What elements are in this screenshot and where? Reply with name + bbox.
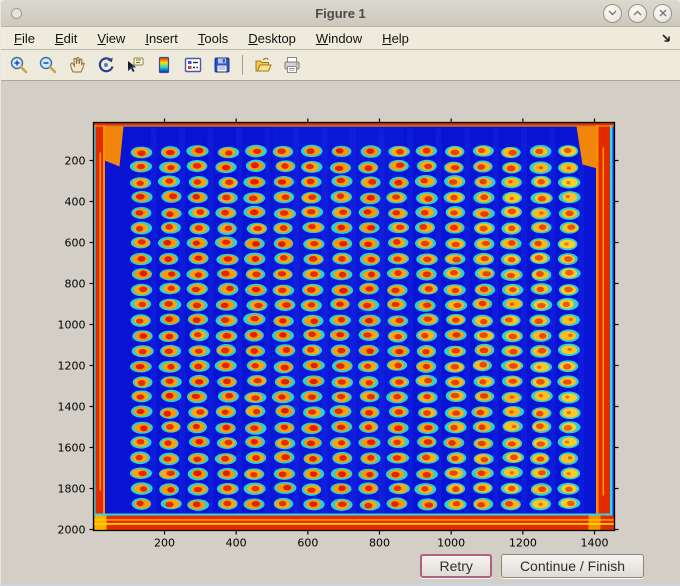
menu-desktop[interactable]: Desktop [241,29,303,48]
menu-insert[interactable]: Insert [138,29,185,48]
rotate-3d-icon[interactable] [94,53,118,77]
figure-canvas: 200 400 600 800 1000 1200 1400 200 400 600 800 1000… [1,81,680,584]
print-figure-icon[interactable] [280,53,304,77]
svg-text:1400: 1400 [58,401,86,414]
pan-icon[interactable] [65,53,89,77]
svg-text:1200: 1200 [509,537,537,550]
svg-text:600: 600 [297,537,318,550]
menu-tools[interactable]: Tools [191,29,235,48]
menu-view[interactable]: View [90,29,132,48]
open-file-icon[interactable] [251,53,275,77]
data-cursor-icon[interactable] [123,53,147,77]
insert-legend-icon[interactable] [181,53,205,77]
action-buttons: Retry Continue / Finish [420,554,644,578]
svg-text:600: 600 [65,237,86,250]
svg-text:800: 800 [369,537,390,550]
menu-edit[interactable]: Edit [48,29,84,48]
dock-figure-icon[interactable] [661,31,672,49]
svg-text:400: 400 [226,537,247,550]
chevron-up-icon [633,10,642,16]
insert-colorbar-icon[interactable] [152,53,176,77]
menu-file[interactable]: File [7,29,42,48]
svg-text:1000: 1000 [58,319,86,332]
figure-toolbar [1,50,680,81]
retry-button[interactable]: Retry [420,554,492,578]
zoom-out-icon[interactable] [36,53,60,77]
title-bar[interactable]: Figure 1 [1,0,680,27]
window-title: Figure 1 [315,5,366,21]
zoom-in-icon[interactable] [7,53,31,77]
svg-text:200: 200 [65,155,86,168]
close-button[interactable] [653,3,672,23]
menu-help[interactable]: Help [375,29,416,48]
toolbar-separator [242,55,243,75]
svg-text:800: 800 [65,278,86,291]
svg-text:400: 400 [65,196,86,209]
svg-text:200: 200 [154,537,175,550]
shade-button[interactable] [603,3,622,23]
chevron-down-icon [608,10,617,16]
svg-text:1200: 1200 [58,360,86,373]
close-icon [659,9,667,17]
plate-image-axes[interactable]: 200 400 600 800 1000 1200 1400 200 400 600 800 1000… [1,81,680,586]
figure-window: Figure 1 File Edit View Insert Tools Desktop W… [0,0,680,586]
svg-text:1400: 1400 [580,537,608,550]
continue-finish-button[interactable]: Continue / Finish [500,554,644,578]
restore-button[interactable] [628,3,647,23]
save-figure-icon[interactable] [210,53,234,77]
svg-text:2000: 2000 [58,524,86,537]
menu-window[interactable]: Window [309,29,369,48]
svg-text:1000: 1000 [437,537,465,550]
menu-bar: File Edit View Insert Tools Desktop Window Help [1,27,680,50]
svg-text:1800: 1800 [58,483,86,496]
svg-text:1600: 1600 [58,442,86,455]
